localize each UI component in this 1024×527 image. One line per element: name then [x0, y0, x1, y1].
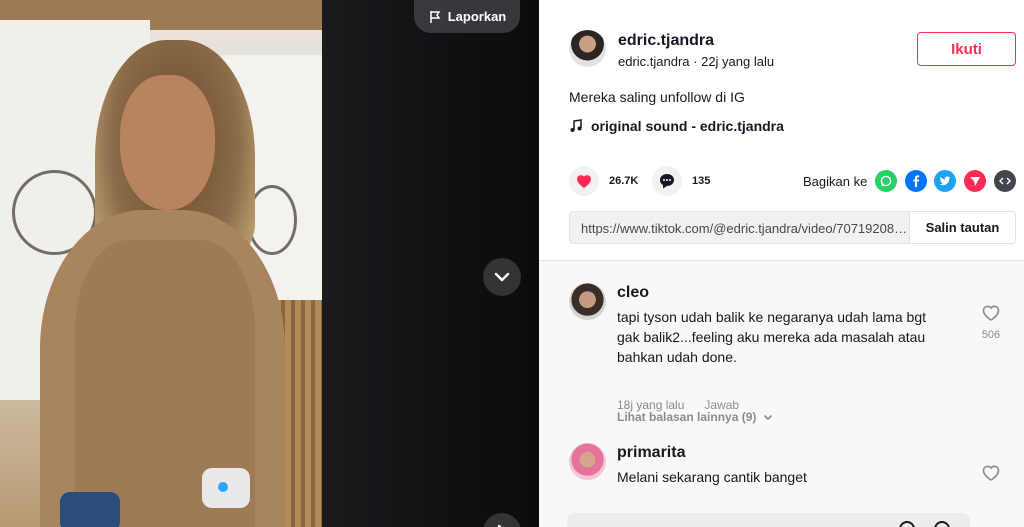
- facebook-icon: [913, 175, 920, 187]
- video-link-box: https://www.tiktok.com/@edric.tjandra/vi…: [569, 211, 1016, 244]
- author-username[interactable]: edric.tjandra: [618, 32, 714, 50]
- action-bar: 26.7K 135 Bagikan ke: [569, 166, 1019, 196]
- whatsapp-icon: [880, 175, 892, 187]
- tiktok-send-icon: [970, 177, 980, 186]
- twitter-icon: [939, 176, 951, 186]
- chevron-right-icon: [497, 524, 502, 527]
- facebook-share-button[interactable]: [905, 170, 927, 192]
- chevron-down-icon: [764, 414, 773, 421]
- comment-like-button[interactable]: [971, 463, 1011, 488]
- like-circle: [569, 166, 599, 196]
- comment-like-count: 506: [981, 329, 1001, 341]
- tiktok-send-share-button[interactable]: [964, 170, 986, 192]
- follow-button[interactable]: Ikuti: [917, 32, 1016, 66]
- embed-icon: [999, 177, 1011, 185]
- comment-list[interactable]: cleo tapi tyson udah balik ke negaranya …: [539, 261, 1024, 527]
- handheld-device: [218, 482, 228, 492]
- heart-outline-icon: [982, 305, 1000, 321]
- comment-circle: [652, 166, 682, 196]
- report-button[interactable]: Laporkan: [414, 0, 520, 33]
- comment-count: 135: [692, 175, 711, 187]
- music-link[interactable]: original sound - edric.tjandra: [569, 118, 784, 134]
- flag-icon: [429, 10, 441, 23]
- comment-avatar[interactable]: [569, 443, 606, 480]
- copy-link-button[interactable]: Salin tautan: [909, 212, 1015, 243]
- twitter-share-button[interactable]: [934, 170, 956, 192]
- video-link-text[interactable]: https://www.tiktok.com/@edric.tjandra/vi…: [581, 221, 911, 236]
- embed-share-button[interactable]: [994, 170, 1016, 192]
- author-avatar[interactable]: [569, 30, 606, 67]
- handheld-device: [60, 492, 120, 527]
- share-label: Bagikan ke: [803, 174, 868, 189]
- comment-avatar[interactable]: [569, 283, 606, 320]
- person-figure: [120, 75, 215, 210]
- video-caption: Mereka saling unfollow di IG: [569, 89, 745, 105]
- comment-username[interactable]: primarita: [617, 444, 685, 462]
- comment-like-button[interactable]: 506: [971, 303, 1011, 341]
- music-note-icon: [570, 119, 582, 132]
- comment-username[interactable]: cleo: [617, 284, 649, 302]
- comment-icon: [660, 174, 674, 189]
- like-count: 26.7K: [609, 175, 639, 187]
- comment-item: primarita Melani sekarang cantik banget: [569, 443, 1000, 503]
- video-frame[interactable]: [0, 0, 322, 527]
- view-more-replies-button[interactable]: Lihat balasan lainnya (9): [617, 410, 774, 424]
- comment-text: tapi tyson udah balik ke negaranya udah …: [617, 309, 926, 365]
- video-detail-panel: edric.tjandra edric.tjandra · 22j yang l…: [539, 0, 1024, 527]
- view-more-replies-label: Lihat balasan lainnya (9): [617, 410, 757, 424]
- music-label: original sound - edric.tjandra: [591, 118, 784, 134]
- author-meta: edric.tjandra · 22j yang lalu: [618, 54, 775, 69]
- comment-text: Melani sekarang cantik banget: [617, 469, 807, 485]
- chevron-down-icon: [494, 272, 510, 282]
- heart-outline-icon: [982, 465, 1000, 481]
- like-button[interactable]: 26.7K: [569, 166, 638, 196]
- whatsapp-share-button[interactable]: [875, 170, 897, 192]
- next-video-button[interactable]: [483, 258, 521, 296]
- report-label: Laporkan: [447, 9, 507, 24]
- heart-icon: [577, 175, 591, 188]
- video-player[interactable]: Laporkan: [0, 0, 539, 527]
